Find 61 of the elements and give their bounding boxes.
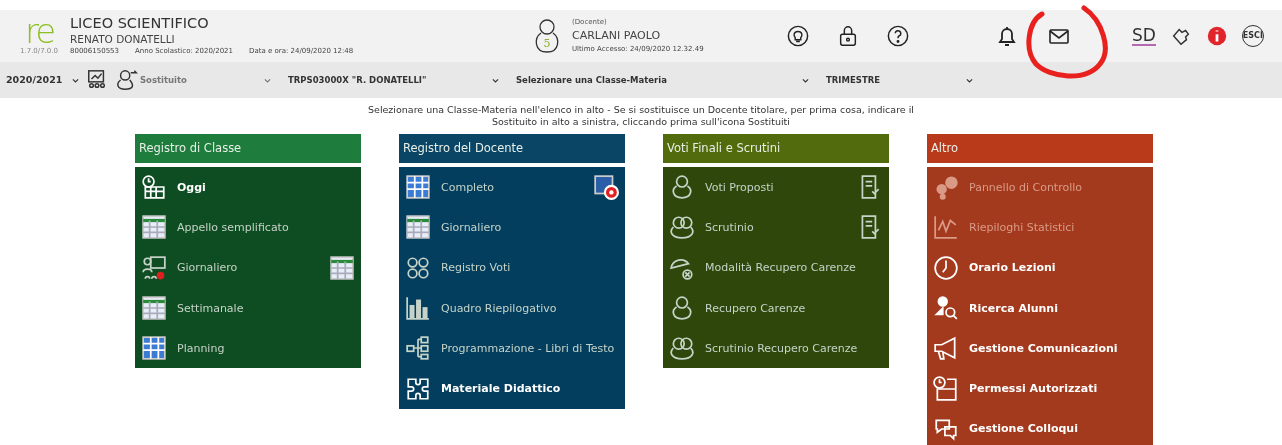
panel-header: Voti Finali e Scrutini (663, 134, 889, 163)
megaphone-icon (933, 335, 959, 362)
bar-chart-icon (405, 295, 431, 322)
period-select[interactable]: TRIMESTRE (820, 68, 980, 92)
school-select[interactable]: TRPS03000X "R. DONATELLI" (282, 68, 506, 92)
people-icon (669, 335, 695, 362)
menu-item[interactable]: Modalità Recupero Carenze (663, 247, 889, 288)
menu-item[interactable]: Materiale Didattico (399, 368, 625, 409)
class-subject-select[interactable]: Selezionare una Classe-Materia (510, 68, 816, 92)
person-icon (669, 295, 695, 322)
menu-item[interactable]: Settimanale (135, 287, 361, 329)
menu-item[interactable]: Programmazione - Libri di Testo (399, 328, 625, 369)
menu-item[interactable]: Appello semplificato (135, 207, 361, 248)
menu-item[interactable]: Giornaliero (135, 247, 361, 288)
table-icon (405, 214, 431, 241)
clock-icon (933, 254, 959, 281)
line-chart-icon (933, 214, 959, 241)
person-search-icon (933, 295, 959, 322)
sd-logo[interactable]: SD (1132, 26, 1156, 46)
menu-item[interactable]: Recupero Carenze (663, 287, 889, 329)
menu-item[interactable]: Quadro Riepilogativo (399, 287, 625, 329)
calendar-clock-icon (141, 174, 167, 201)
calendar-clock-icon (933, 375, 959, 402)
table-icon (141, 214, 167, 241)
year-select[interactable]: 2020/2021 (0, 68, 86, 92)
grid-icon (141, 335, 167, 362)
lightbulb-icon[interactable] (787, 25, 809, 47)
info-icon[interactable] (1205, 25, 1228, 47)
person-arrow-icon[interactable] (116, 69, 138, 91)
user-name: CARLANI PAOLO (572, 27, 662, 44)
person-icon (669, 174, 695, 201)
lock-icon[interactable] (837, 25, 859, 47)
menu-item[interactable]: Scrutinio Recupero Carenze (663, 328, 889, 369)
people-icon (669, 214, 695, 241)
menu-item[interactable]: Scrutinio (663, 207, 889, 248)
tree-diagram-icon (405, 335, 431, 362)
menu-item[interactable]: Gestione Colloqui (927, 408, 1153, 445)
panel-header: Altro (927, 134, 1153, 163)
school-type: LICEO SCIENTIFICO (70, 15, 210, 33)
menu-item[interactable]: Gestione Comunicazioni (927, 328, 1153, 369)
puzzle-icon (405, 375, 431, 402)
teacher-icon (141, 254, 167, 281)
school-name: RENATO DONATELLI (70, 32, 176, 47)
substitute-select[interactable]: Sostituito (138, 68, 278, 92)
menu-item[interactable]: Ricerca Alunni (927, 287, 1153, 329)
menu-item[interactable]: Completo (399, 167, 625, 208)
menu-item[interactable]: Planning (135, 328, 361, 369)
number-grid-icon (405, 254, 431, 281)
grid-icon (405, 174, 431, 201)
panel-header: Registro di Classe (135, 134, 361, 163)
menu-item[interactable]: Giornaliero (399, 207, 625, 248)
help-icon[interactable] (887, 25, 909, 47)
table-icon (141, 295, 167, 322)
menu-item[interactable]: Voti Proposti (663, 167, 889, 208)
menu-item[interactable]: Permessi Autorizzati (927, 368, 1153, 409)
menu-item[interactable]: Registro Voti (399, 247, 625, 288)
menu-item[interactable]: Oggi (135, 167, 361, 208)
notice-text: Selezionare una Classe-Materia nell'elenco in alto - Se si sostituisce un Docente titolare, per prima cosa, indicare il Sostituito in alto a sinistra, cliccando prima sull'icona Sostituiti (367, 104, 915, 128)
panel-header: Registro del Docente (399, 134, 625, 163)
menu-item[interactable]: Orario Lezioni (927, 247, 1153, 288)
class-icon[interactable] (86, 69, 108, 91)
